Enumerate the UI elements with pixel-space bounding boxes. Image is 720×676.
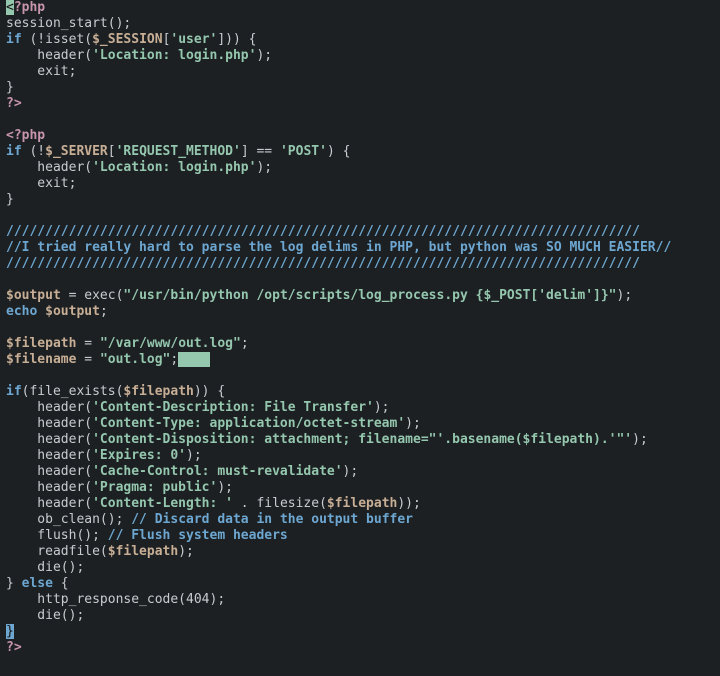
- code-line: header('Pragma: public');: [6, 480, 233, 495]
- code-line: }: [6, 80, 14, 95]
- code-editor[interactable]: <?php session_start(); if (!isset($_SESS…: [0, 0, 720, 656]
- code-line: flush(); // Flush system headers: [6, 528, 288, 543]
- code-line: header('Content-Description: File Transf…: [6, 400, 390, 415]
- code-line: if (!$_SERVER['REQUEST_METHOD'] == 'POST…: [6, 144, 350, 159]
- code-line: }: [6, 624, 14, 639]
- code-line: $filename = "out.log";: [6, 352, 210, 367]
- code-line: ////////////////////////////////////////…: [6, 256, 640, 271]
- code-line: }: [6, 192, 14, 207]
- code-line: //I tried really hard to parse the log d…: [6, 240, 671, 255]
- code-line: if (!isset($_SESSION['user'])) {: [6, 32, 257, 47]
- code-line: readfile($filepath);: [6, 544, 194, 559]
- code-line: header('Location: login.php');: [6, 160, 272, 175]
- code-line: ////////////////////////////////////////…: [6, 224, 640, 239]
- code-line: header('Location: login.php');: [6, 48, 272, 63]
- code-line: if(file_exists($filepath)) {: [6, 384, 225, 399]
- code-line: $output = exec("/usr/bin/python /opt/scr…: [6, 288, 632, 303]
- code-line: header('Cache-Control: must-revalidate')…: [6, 464, 358, 479]
- code-line: die();: [6, 608, 84, 623]
- code-line: die();: [6, 560, 84, 575]
- code-line: http_response_code(404);: [6, 592, 225, 607]
- code-line: echo $output;: [6, 304, 108, 319]
- code-line: <?php: [6, 128, 45, 143]
- code-line: ?>: [6, 96, 22, 111]
- code-line: header('Content-Length: ' . filesize($fi…: [6, 496, 421, 511]
- code-line: <?php: [6, 0, 45, 15]
- code-line: $filepath = "/var/www/out.log";: [6, 336, 249, 351]
- code-line: header('Content-Disposition: attachment;…: [6, 432, 648, 447]
- code-line: header('Expires: 0');: [6, 448, 202, 463]
- code-line: exit;: [6, 64, 76, 79]
- code-line: session_start();: [6, 16, 131, 31]
- code-line: ob_clean(); // Discard data in the outpu…: [6, 512, 413, 527]
- code-line: header('Content-Type: application/octet-…: [6, 416, 421, 431]
- cursor-selection: [178, 352, 209, 367]
- code-line: } else {: [6, 576, 69, 591]
- code-line: ?>: [6, 640, 22, 655]
- code-line: exit;: [6, 176, 76, 191]
